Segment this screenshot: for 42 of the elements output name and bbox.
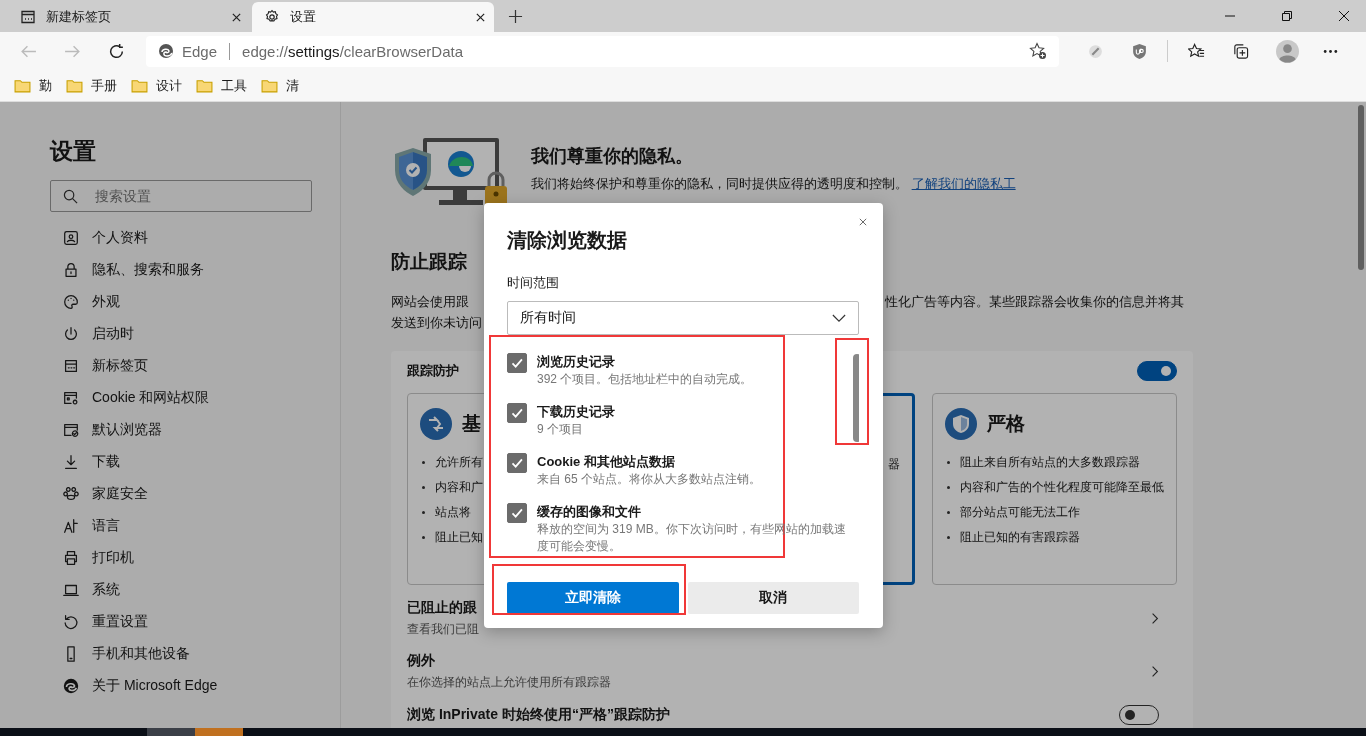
privacy-title: 我们尊重你的隐私。 bbox=[531, 145, 694, 168]
site-label: Edge bbox=[182, 42, 218, 60]
card-bullet: 阻止来自所有站点的大多数跟踪器 bbox=[959, 454, 1140, 471]
setting-description: 在你选择的站点上允许使用所有跟踪器 bbox=[407, 674, 611, 691]
card-bullet: 阻止已知 bbox=[435, 529, 483, 546]
option-description: 来自 65 个站点。将你从大多数站点注销。 bbox=[537, 471, 762, 488]
field-label: 时间范围 bbox=[507, 274, 560, 292]
description-text: 性化广告等内容。某些跟踪器会收集你的信息并将其 bbox=[885, 293, 1185, 311]
description-text: 发送到你未访问 bbox=[391, 314, 483, 332]
card-title: 基 bbox=[462, 412, 481, 436]
bookmark-label: 清 bbox=[286, 76, 299, 95]
card-bullet: 站点将 bbox=[435, 504, 471, 521]
privacy-text: 我们将始终保护和尊重你的隐私，同时提供应得的透明度和控制。 了解我们的隐私工 bbox=[531, 175, 1017, 193]
card-bullet: 器 bbox=[887, 457, 900, 471]
option-title: 浏览历史记录 bbox=[537, 353, 616, 371]
card-title: 严格 bbox=[986, 412, 1025, 436]
bookmark-label: 手册 bbox=[91, 76, 117, 95]
setting-title: 浏览 InPrivate 时始终使用“严格”跟踪防护 bbox=[407, 706, 670, 724]
card-bullet: 阻止已知的有害跟踪器 bbox=[959, 529, 1080, 546]
card-bullet: 内容和广告的个性化程度可能降至最低 bbox=[959, 479, 1164, 496]
tab-title: 设置 bbox=[290, 8, 317, 26]
settings-title: 设置 bbox=[50, 137, 97, 166]
bookmark-label: 设计 bbox=[156, 76, 182, 95]
setting-title: 例外 bbox=[407, 652, 436, 670]
bookmark-label: 工具 bbox=[221, 76, 247, 95]
setting-label: 跟踪防护 bbox=[407, 362, 459, 380]
dialog-title: 清除浏览数据 bbox=[507, 228, 628, 253]
option-description: 9 个项目 bbox=[537, 421, 584, 438]
setting-description: 查看我们已阻 bbox=[407, 621, 479, 638]
card-bullet: 允许所有 bbox=[435, 454, 483, 471]
address-text: edge://settings/clearBrowserData bbox=[242, 42, 463, 60]
option-description: 392 个项目。包括地址栏中的自动完成。 bbox=[537, 371, 754, 388]
card-bullet: 部分站点可能无法工作 bbox=[959, 504, 1080, 521]
option-title: 缓存的图像和文件 bbox=[537, 503, 642, 521]
option-title: 下载历史记录 bbox=[537, 403, 616, 421]
bookmark-label: 勤 bbox=[39, 76, 52, 95]
tab-title: 新建标签页 bbox=[46, 8, 112, 26]
card-bullet: 内容和广 bbox=[435, 479, 483, 496]
description-text: 网站会使用跟 bbox=[391, 293, 470, 311]
section-heading: 防止跟踪 bbox=[391, 250, 468, 274]
setting-title: 已阻止的跟 bbox=[407, 599, 478, 617]
option-title: Cookie 和其他站点数据 bbox=[537, 453, 676, 471]
